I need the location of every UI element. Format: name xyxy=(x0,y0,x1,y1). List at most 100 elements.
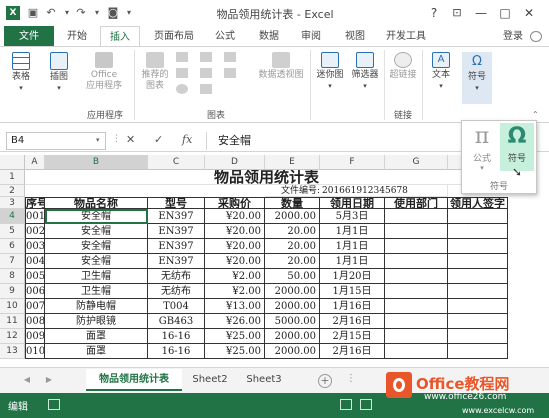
sheet-tab-active[interactable]: 物品领用统计表 xyxy=(86,369,182,391)
table-cell[interactable]: 防护眼镜 xyxy=(45,314,148,329)
table-cell[interactable]: ¥25.00 xyxy=(205,329,265,344)
table-cell[interactable]: 1月1日 xyxy=(320,224,385,239)
redo-dropdown-icon[interactable]: ▾ xyxy=(90,6,104,20)
table-cell[interactable]: 001 xyxy=(25,209,45,224)
table-cell[interactable] xyxy=(448,299,508,314)
camera-icon[interactable]: ◙ xyxy=(106,6,120,20)
table-cell[interactable] xyxy=(448,284,508,299)
sheet-title[interactable]: 物品领用统计表 xyxy=(25,170,508,185)
pivot-chart-button[interactable]: 数据透视图 xyxy=(254,52,308,81)
table-cell[interactable]: 1月1日 xyxy=(320,254,385,269)
table-cell[interactable]: 5000.00 xyxy=(265,314,320,329)
table-cell[interactable] xyxy=(448,209,508,224)
redo-icon[interactable]: ↷ xyxy=(74,6,88,20)
column-chart-icon[interactable] xyxy=(176,52,188,62)
minimize-button[interactable]: — xyxy=(470,4,492,22)
table-header-cell[interactable]: 领用日期 xyxy=(320,197,385,209)
tab-data[interactable]: 数据 xyxy=(250,26,288,47)
row-header-9[interactable]: 9 xyxy=(0,284,25,299)
combo-chart-icon[interactable] xyxy=(224,68,236,78)
row-header-12[interactable]: 12 xyxy=(0,329,25,344)
table-cell[interactable] xyxy=(448,269,508,284)
tab-home[interactable]: 开始 xyxy=(58,26,96,47)
table-cell[interactable]: 无纺布 xyxy=(148,269,205,284)
statistic-chart-icon[interactable] xyxy=(200,68,212,78)
table-cell[interactable]: 20.00 xyxy=(265,254,320,269)
table-cell[interactable]: 2月16日 xyxy=(320,344,385,359)
row-header-8[interactable]: 8 xyxy=(0,269,25,284)
office-apps-button[interactable]: Office 应用程序 xyxy=(80,52,128,92)
formula-input[interactable]: 安全帽 xyxy=(212,132,462,150)
table-cell[interactable]: 50.00 xyxy=(265,269,320,284)
row-header-5[interactable]: 5 xyxy=(0,224,25,239)
table-cell[interactable]: 防静电帽 xyxy=(45,299,148,314)
table-cell[interactable]: GB463 xyxy=(148,314,205,329)
prev-sheet-icon[interactable]: ◀ xyxy=(20,369,34,391)
tab-scroll-grip-icon[interactable]: ⋮ xyxy=(346,373,356,384)
table-cell[interactable]: 2月16日 xyxy=(320,314,385,329)
column-header-b[interactable]: B xyxy=(45,155,148,170)
table-cell[interactable]: 003 xyxy=(25,239,45,254)
row-header-1[interactable]: 1 xyxy=(0,170,25,185)
table-cell[interactable]: EN397 xyxy=(148,254,205,269)
table-cell[interactable]: 2月15日 xyxy=(320,329,385,344)
table-cell[interactable]: 2000.00 xyxy=(265,299,320,314)
table-cell[interactable]: EN397 xyxy=(148,239,205,254)
column-header-e[interactable]: E xyxy=(265,155,320,170)
table-cell[interactable]: 2000.00 xyxy=(265,284,320,299)
user-icon[interactable] xyxy=(530,31,542,42)
table-cell[interactable]: 009 xyxy=(25,329,45,344)
tab-insert[interactable]: 插入 xyxy=(100,26,140,47)
symbols-button[interactable]: Ω 符号 ▾ xyxy=(462,52,492,104)
macro-record-icon[interactable] xyxy=(48,399,60,410)
scatter-chart-icon[interactable] xyxy=(200,84,212,94)
login-link[interactable]: 登录 xyxy=(498,26,528,47)
table-cell[interactable]: ¥13.00 xyxy=(205,299,265,314)
column-header-d[interactable]: D xyxy=(205,155,265,170)
row-header-13[interactable]: 13 xyxy=(0,344,25,359)
table-cell[interactable] xyxy=(448,254,508,269)
next-sheet-icon[interactable]: ▶ xyxy=(42,369,56,391)
row-header-11[interactable]: 11 xyxy=(0,314,25,329)
table-cell[interactable]: 2000.00 xyxy=(265,344,320,359)
tab-file[interactable]: 文件 xyxy=(4,26,54,47)
table-cell[interactable]: 2000.00 xyxy=(265,209,320,224)
hierarchy-chart-icon[interactable] xyxy=(200,52,212,62)
sheet-tab[interactable]: Sheet2 xyxy=(186,369,234,391)
table-cell[interactable]: 无纺布 xyxy=(148,284,205,299)
collapse-ribbon-icon[interactable]: ⌃ xyxy=(532,110,539,119)
table-header-cell[interactable]: 型号 xyxy=(148,197,205,209)
table-cell[interactable]: T004 xyxy=(148,299,205,314)
row-header-7[interactable]: 7 xyxy=(0,254,25,269)
pie-chart-icon[interactable] xyxy=(176,84,188,94)
table-cell[interactable]: ¥20.00 xyxy=(205,254,265,269)
tab-developer[interactable]: 开发工具 xyxy=(378,26,434,47)
table-cell[interactable]: 1月16日 xyxy=(320,299,385,314)
page-layout-view-icon[interactable] xyxy=(360,399,372,410)
table-cell[interactable]: 004 xyxy=(25,254,45,269)
table-header-cell[interactable]: 物品名称 xyxy=(45,197,148,209)
table-cell[interactable]: 006 xyxy=(25,284,45,299)
column-header-g[interactable]: G xyxy=(385,155,448,170)
table-cell[interactable]: 面罩 xyxy=(45,344,148,359)
insert-function-icon[interactable]: fx xyxy=(182,133,192,146)
doc-number-label[interactable]: 文件编号: xyxy=(265,185,320,197)
close-button[interactable]: ✕ xyxy=(518,4,540,22)
name-box[interactable]: B4 xyxy=(6,132,106,150)
table-cell[interactable]: 1月20日 xyxy=(320,269,385,284)
text-button[interactable]: A 文本 ▾ xyxy=(426,52,456,92)
table-cell[interactable]: 安全帽 xyxy=(45,224,148,239)
table-cell[interactable] xyxy=(448,224,508,239)
save-icon[interactable]: ▣ xyxy=(26,6,40,20)
table-cell[interactable]: 安全帽 xyxy=(45,254,148,269)
table-cell[interactable] xyxy=(448,239,508,254)
illustrations-button[interactable]: 插图 ▾ xyxy=(44,52,74,94)
table-cell[interactable]: 5月3日 xyxy=(320,209,385,224)
table-cell[interactable]: 008 xyxy=(25,314,45,329)
row-header-4[interactable]: 4 xyxy=(0,209,25,224)
table-cell[interactable]: ¥2.00 xyxy=(205,269,265,284)
table-cell[interactable]: 010 xyxy=(25,344,45,359)
table-cell[interactable]: ¥20.00 xyxy=(205,239,265,254)
table-cell[interactable] xyxy=(385,224,448,239)
undo-dropdown-icon[interactable]: ▾ xyxy=(60,6,74,20)
